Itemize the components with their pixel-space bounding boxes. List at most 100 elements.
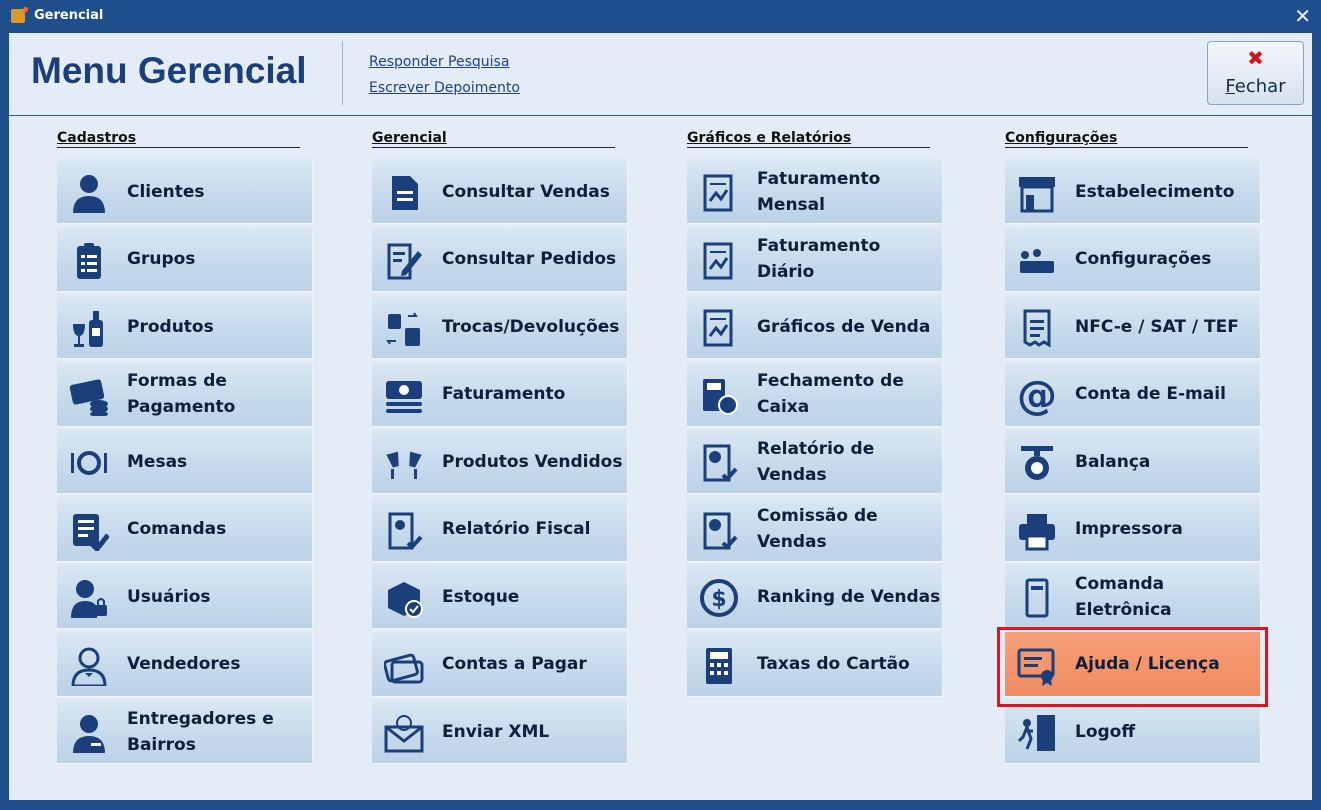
- user-icon: [69, 173, 109, 213]
- svg-text:$: $: [711, 587, 726, 612]
- menu-button-label: Faturamento Diário: [757, 236, 881, 282]
- menu-button-label: Consultar Pedidos: [442, 249, 617, 269]
- menu-button-entregadores-e-bairros[interactable]: Entregadores e Bairros: [57, 699, 313, 764]
- menu-button-label: Enviar XML: [442, 721, 550, 742]
- menu-button-relatorio-fiscal[interactable]: Relatório Fiscal: [372, 496, 628, 562]
- menu-button-clientes[interactable]: Clientes: [57, 159, 313, 224]
- document-icon: [384, 173, 424, 213]
- menu-button-usuarios[interactable]: Usuários: [57, 564, 313, 629]
- menu-button-impressora[interactable]: Impressora: [1005, 496, 1261, 562]
- menu-button-label: Comandas: [127, 519, 227, 539]
- menu-button-comandas[interactable]: Comandas: [57, 496, 313, 562]
- delivery-person-icon: [69, 713, 109, 753]
- menu-button-label: Ajuda / Licença: [1075, 654, 1220, 674]
- menu-button-label: NFC-e / SAT / TEF: [1075, 316, 1239, 337]
- client-area: Menu Gerencial Responder Pesquisa Escrev…: [9, 33, 1312, 800]
- svg-text:@: @: [1017, 376, 1057, 416]
- column-heading: Gráficos e Relatórios: [687, 130, 930, 148]
- menu-button-label: Clientes: [127, 181, 205, 202]
- testimonial-link[interactable]: Escrever Depoimento: [369, 80, 520, 96]
- menu-button-faturamento[interactable]: Faturamento: [372, 361, 628, 427]
- header-divider: [342, 41, 343, 105]
- workers-icon: [1017, 241, 1057, 281]
- menu-button-ajuda-licenca[interactable]: Ajuda / Licença: [1005, 631, 1261, 697]
- user-lock-icon: [69, 578, 109, 618]
- menu-button-label: Balança: [1075, 451, 1151, 472]
- menu-button-label: Impressora: [1075, 519, 1183, 539]
- edit-document-icon: [384, 241, 424, 281]
- menu-button-comanda-eletronica[interactable]: Comanda Eletrônica: [1005, 564, 1261, 629]
- menu-button-label: Relatório de Vendas: [757, 438, 875, 485]
- chart-report-icon: [699, 173, 739, 213]
- certificate-icon: [1017, 646, 1057, 686]
- chart-report-icon: [699, 308, 739, 348]
- menu-button-label: Faturamento: [442, 384, 566, 404]
- menu-button-label: Ranking de Vendas: [757, 586, 941, 607]
- box-check-icon: [384, 578, 424, 618]
- menu-button-consultar-vendas[interactable]: Consultar Vendas: [372, 159, 628, 224]
- column-heading: Gerencial: [372, 130, 615, 148]
- money-stack-icon: [384, 376, 424, 416]
- exit-door-icon: [1017, 713, 1057, 753]
- menu-button-faturamento-diario[interactable]: Faturamento Diário: [687, 226, 943, 292]
- menu-button-fechamento-de-caixa[interactable]: Fechamento de Caixa: [687, 361, 943, 427]
- scale-icon: [1017, 443, 1057, 483]
- menu-button-contas-a-pagar[interactable]: Contas a Pagar: [372, 631, 628, 697]
- menu-button-conta-de-e-mail[interactable]: @ Conta de E-mail: [1005, 361, 1261, 427]
- menu-button-label: Produtos: [127, 316, 214, 337]
- menu-button-estabelecimento[interactable]: Estabelecimento: [1005, 159, 1261, 224]
- menu-button-produtos[interactable]: Produtos: [57, 294, 313, 359]
- gerencial-window: Gerencial ✕ Menu Gerencial Responder Pes…: [0, 0, 1321, 810]
- pie-report-icon: [699, 443, 739, 483]
- menu-button-trocas-devolucoes[interactable]: Trocas/Devoluções: [372, 294, 628, 359]
- menu-button-label: Conta de E-mail: [1075, 384, 1226, 404]
- menu-button-nfc-e-sat-tef[interactable]: NFC-e / SAT / TEF: [1005, 294, 1261, 359]
- envelope-at-icon: [384, 713, 424, 753]
- waiter-icon: [69, 646, 109, 686]
- menu-button-formas-de-pagamento[interactable]: Formas de Pagamento: [57, 361, 313, 427]
- menu-button-label: Grupos: [127, 249, 196, 269]
- menu-button-mesas[interactable]: Mesas: [57, 429, 313, 494]
- menu-button-label: Logoff: [1075, 721, 1136, 742]
- menu-button-graficos-de-venda[interactable]: Gráficos de Venda: [687, 294, 943, 359]
- close-button-label: Fechar: [1225, 76, 1286, 97]
- menu-button-relatorio-de-vendas[interactable]: Relatório de Vendas: [687, 429, 943, 494]
- menu-button-configuracoes[interactable]: Configurações: [1005, 226, 1261, 292]
- close-button[interactable]: ✖ Fechar: [1207, 41, 1304, 105]
- menu-button-label: Contas a Pagar: [442, 654, 587, 674]
- menu-button-label: Fechamento de Caixa: [757, 371, 904, 417]
- title-bar: Gerencial ✕: [0, 0, 1321, 33]
- window-title: Gerencial: [34, 8, 104, 23]
- menu-button-faturamento-mensal[interactable]: Faturamento Mensal: [687, 159, 943, 224]
- menu-button-vendedores[interactable]: Vendedores: [57, 631, 313, 697]
- menu-button-label: Mesas: [127, 451, 188, 472]
- menu-button-comissao-de-vendas[interactable]: Comissão de Vendas: [687, 496, 943, 562]
- menu-button-label: Vendedores: [127, 654, 241, 674]
- menu-button-ranking-de-vendas[interactable]: $ Ranking de Vendas: [687, 564, 943, 629]
- menu-button-enviar-xml[interactable]: Enviar XML: [372, 699, 628, 764]
- menu-button-label: Comissão de Vendas: [757, 506, 878, 552]
- receipt-icon: [1017, 308, 1057, 348]
- app-icon: [11, 7, 28, 23]
- menu-button-taxas-do-cartao[interactable]: Taxas do Cartão: [687, 631, 943, 697]
- survey-link[interactable]: Responder Pesquisa: [369, 54, 509, 70]
- menu-button-balanca[interactable]: Balança: [1005, 429, 1261, 494]
- menu-button-label: Relatório Fiscal: [442, 519, 591, 539]
- toast-glasses-icon: [384, 443, 424, 483]
- menu-button-label: Trocas/Devoluções: [442, 316, 620, 337]
- menu-button-label: Consultar Vendas: [442, 181, 610, 202]
- menu-button-consultar-pedidos[interactable]: Consultar Pedidos: [372, 226, 628, 292]
- menu-button-logoff[interactable]: Logoff: [1005, 699, 1261, 764]
- page-title: Menu Gerencial: [31, 50, 307, 91]
- close-icon: ✖: [1247, 46, 1264, 70]
- menu-button-label: Formas de Pagamento: [127, 371, 236, 417]
- window-close-icon[interactable]: ✕: [1294, 4, 1311, 28]
- chart-report-icon: [699, 241, 739, 281]
- pie-report-icon: [699, 511, 739, 551]
- menu-button-grupos[interactable]: Grupos: [57, 226, 313, 292]
- menu-button-label: Gráficos de Venda: [757, 316, 931, 337]
- menu-button-label: Entregadores e Bairros: [127, 708, 274, 755]
- storefront-icon: [1017, 173, 1057, 213]
- menu-button-estoque[interactable]: Estoque: [372, 564, 628, 629]
- menu-button-produtos-vendidos[interactable]: Produtos Vendidos: [372, 429, 628, 494]
